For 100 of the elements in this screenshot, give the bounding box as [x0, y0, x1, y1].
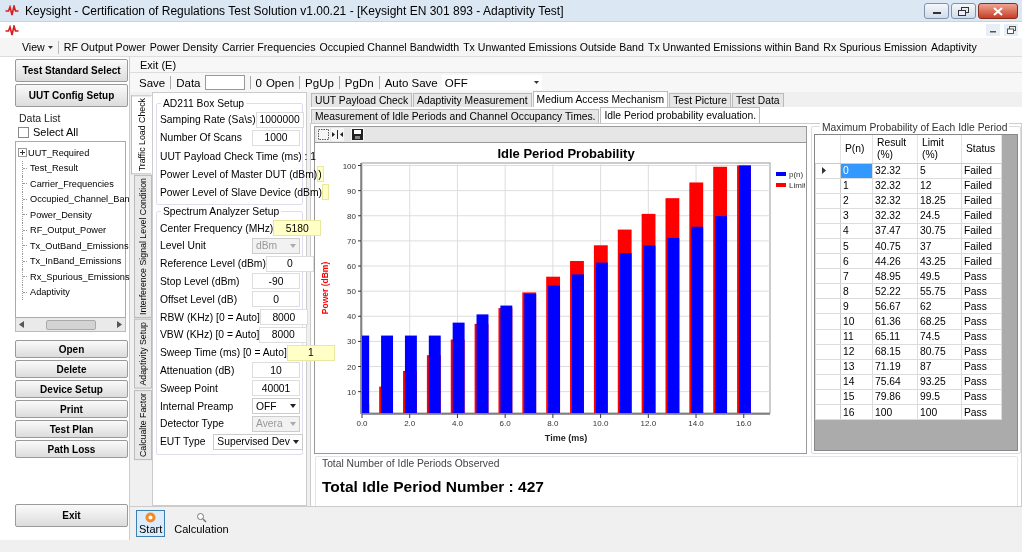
dropdown[interactable]: OFF — [441, 75, 542, 90]
table-cell: 62 — [917, 298, 962, 314]
tick-label: 40 — [347, 312, 356, 322]
input-field[interactable]: 5180 — [273, 220, 322, 237]
input-field[interactable]: 1000 — [252, 129, 300, 146]
button[interactable]: Test Plan — [15, 420, 128, 438]
tab[interactable]: Idle Period probability evaluation. — [600, 107, 761, 123]
dropdown[interactable]: Supervised Dev — [213, 433, 303, 450]
table-cell: 7 — [840, 268, 873, 284]
input-field[interactable]: 40001 — [252, 380, 300, 397]
tree-item[interactable]: Adaptivity — [29, 287, 70, 298]
close-button[interactable] — [978, 3, 1018, 19]
button[interactable]: Delete — [15, 360, 128, 378]
tree-item[interactable]: Tx_InBand_Emissions — [29, 256, 122, 267]
menu-item[interactable]: View — [20, 41, 55, 53]
input-field[interactable]: 8000 — [259, 326, 308, 343]
button[interactable]: UUT Config Setup — [15, 84, 128, 107]
menu-item[interactable]: Carrier Frequencies — [219, 41, 318, 53]
table-cell: 10 — [840, 313, 873, 330]
exit-button[interactable]: Exit — [15, 504, 128, 527]
table-cell: 44.26 — [872, 253, 918, 269]
tree-item[interactable]: Test_Result — [29, 163, 78, 174]
save-icon[interactable] — [351, 128, 364, 141]
toolbar-button[interactable]: Open — [263, 76, 297, 89]
menu-item[interactable]: Rx Spurious Emission — [821, 41, 929, 53]
menu-item[interactable]: Adaptivity — [928, 41, 979, 53]
table-cell: Pass — [961, 374, 1002, 390]
dashed-rectangle-icon[interactable] — [317, 128, 330, 141]
tab[interactable]: Adaptivity Measurement — [413, 93, 532, 107]
input-field[interactable]: 1000000 — [255, 111, 304, 128]
menu-item[interactable]: Exit (E) — [140, 58, 177, 71]
table-cell: 49.5 — [917, 268, 962, 284]
tree-item[interactable]: Power_Density — [29, 209, 92, 220]
input-field[interactable]: 0 — [265, 255, 314, 272]
tab[interactable]: UUT Payload Check — [311, 93, 413, 107]
tab[interactable]: Interference Signal Level Condition — [134, 175, 152, 319]
caret-icon — [47, 45, 53, 49]
tab[interactable]: Measurement of Idle Periods and Channel Occupancy Times. — [311, 109, 600, 123]
button[interactable]: Test Standard Select — [15, 59, 128, 82]
field-label: Detector Type — [160, 418, 224, 430]
input-field[interactable]: 8000 — [259, 309, 308, 326]
checkbox[interactable] — [18, 126, 29, 138]
button[interactable]: Path Loss — [15, 440, 128, 458]
tree-item[interactable]: Tx_OutBand_Emissions — [29, 240, 129, 251]
toolbar-button[interactable]: PgUp — [303, 76, 336, 89]
expand-icon[interactable] — [18, 148, 27, 158]
right-arrow-icon[interactable] — [117, 321, 122, 328]
tree-item[interactable]: Carrier_Frequencies — [29, 178, 114, 189]
tab[interactable]: Medium Access Mechanism — [532, 91, 669, 107]
restore-icon — [1006, 26, 1016, 34]
table-cell: Pass — [961, 329, 1002, 345]
window-title: Keysight - Certification of Regulations Test Solution v1.00.21 - [Keysight EN 301 893 - Adaptivity Test] — [25, 3, 565, 18]
restore-button[interactable] — [1004, 24, 1018, 36]
arrows-inward-icon[interactable] — [331, 128, 344, 141]
tick-label: 8.0 — [547, 419, 559, 428]
left-arrow-icon[interactable] — [19, 321, 24, 328]
input-field[interactable]: 1 — [286, 344, 335, 361]
menu-item[interactable]: Tx Unwanted Emissions within Band — [645, 41, 822, 53]
tab[interactable]: Adaptivity Setup — [134, 319, 152, 389]
tab[interactable]: Traffic Load Check — [131, 95, 152, 175]
tab[interactable]: Test Data — [732, 93, 784, 107]
toolbar-button[interactable]: PgDn — [342, 76, 376, 89]
tab[interactable]: Calcualte Factor — [134, 389, 152, 460]
tick-label: 6.0 — [499, 419, 511, 428]
toolbar-button[interactable]: Calculation — [171, 509, 232, 537]
menu-item[interactable]: Occupied Channel Bandwidth — [317, 41, 462, 53]
restore-button[interactable] — [951, 3, 976, 19]
toolbar-button[interactable]: Start — [136, 509, 166, 537]
tree-item[interactable]: Occupied_Channel_Ban — [29, 194, 130, 205]
tick-label: 16.0 — [735, 419, 752, 428]
app-logo-icon — [5, 5, 19, 16]
input-field[interactable]: -90 — [252, 273, 300, 290]
table-cell: 71.19 — [872, 359, 918, 375]
tree-item[interactable]: RF_Output_Power — [29, 225, 107, 236]
table-cell: 55.75 — [917, 283, 962, 299]
input-field[interactable]: 0 — [252, 291, 300, 308]
table-cell: Pass — [961, 344, 1002, 360]
input-field[interactable]: 10 — [252, 362, 300, 379]
tick-label: 70 — [347, 236, 356, 246]
minimize-button[interactable] — [986, 24, 1000, 36]
tab[interactable]: Test Picture — [669, 93, 731, 107]
menu-item[interactable]: RF Output Power — [61, 41, 148, 53]
input-field[interactable] — [204, 75, 245, 90]
tree-item[interactable]: Rx_Spurious_Emissions — [29, 271, 130, 282]
tree-item[interactable]: UUT_Required — [27, 147, 90, 158]
button[interactable]: Print — [15, 400, 128, 418]
menu-item[interactable]: Tx Unwanted Emissions Outside Band — [461, 41, 646, 53]
tick-label: 30 — [347, 337, 356, 347]
horizontal-scrollbar[interactable] — [15, 318, 126, 332]
toolbar-button[interactable]: Save — [137, 76, 168, 89]
table-cell: Pass — [961, 313, 1002, 330]
dropdown[interactable]: OFF — [252, 398, 300, 415]
button[interactable]: Device Setup — [15, 380, 128, 398]
toolbar-button[interactable]: Data — [174, 76, 203, 89]
minimize-button[interactable] — [924, 3, 949, 19]
button[interactable]: Open — [15, 340, 128, 358]
field-label: Stop Level (dBm) — [160, 275, 240, 287]
table-cell: 30.75 — [917, 223, 962, 239]
menu-item[interactable]: Power Density — [147, 41, 220, 53]
table-cell: 6 — [840, 253, 873, 269]
